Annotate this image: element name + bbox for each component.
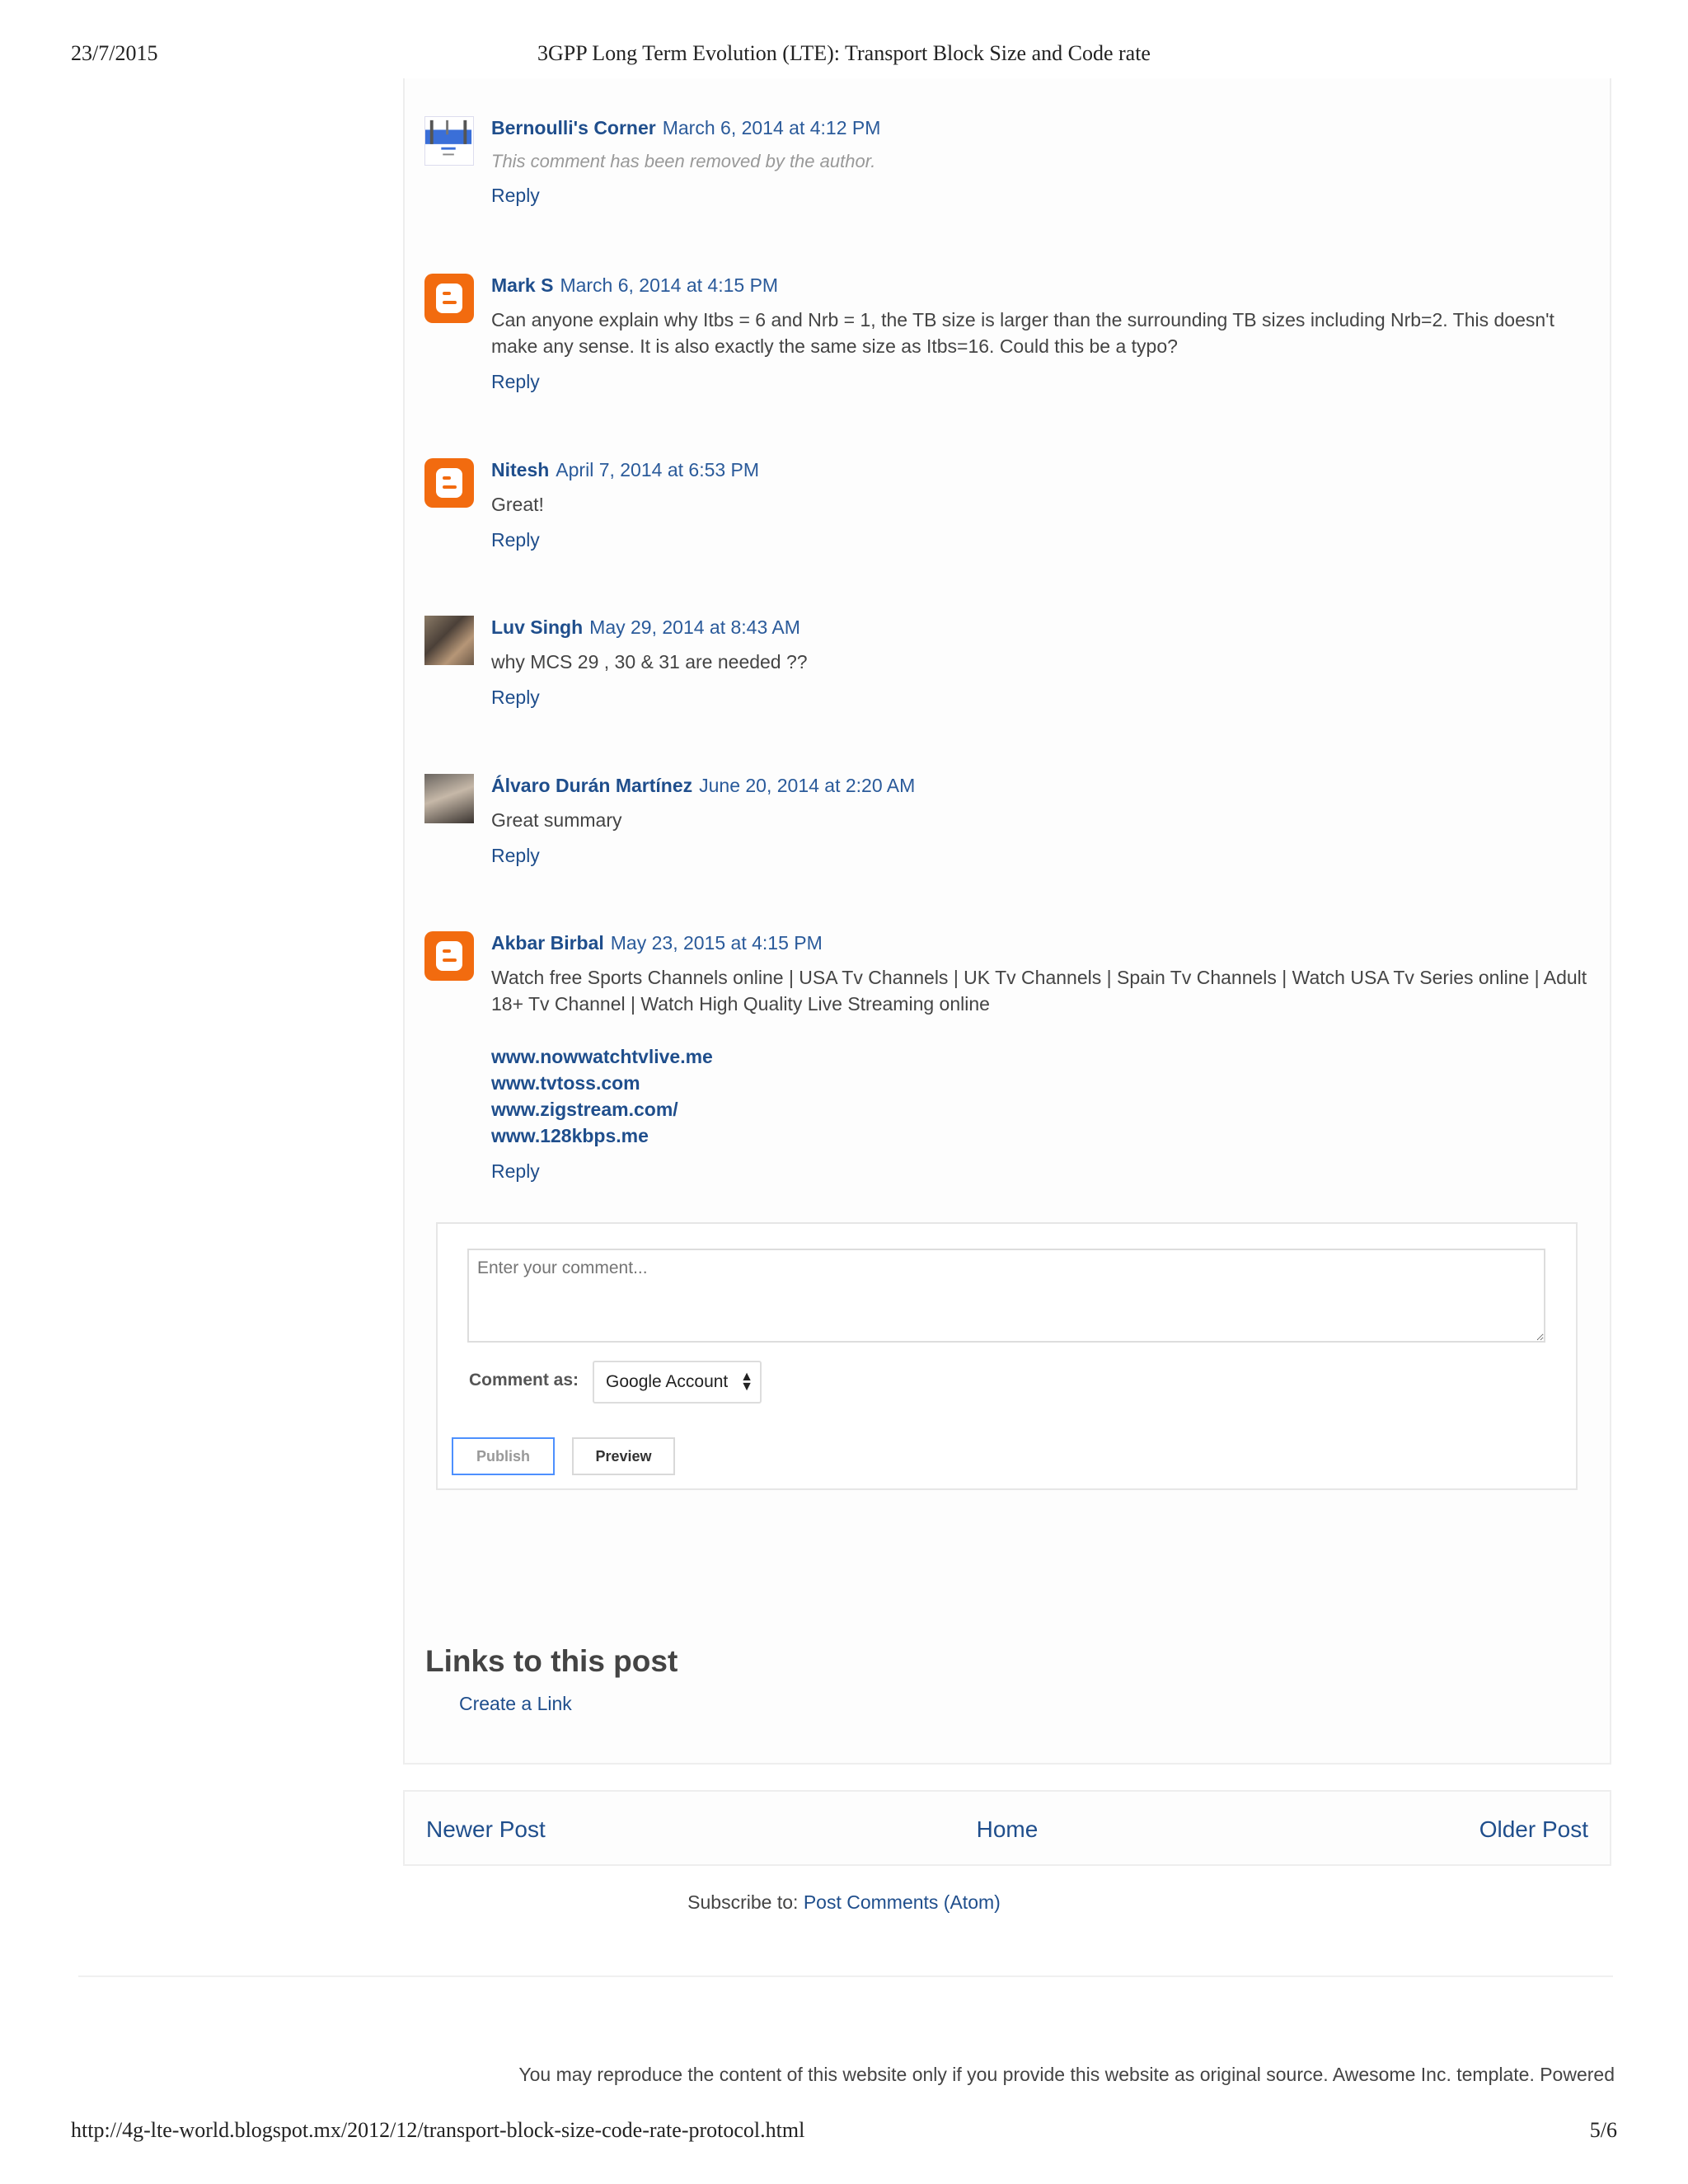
comment-date[interactable]: May 29, 2014 at 8:43 AM [589,616,800,638]
select-arrows-icon: ▲ ▼ [740,1370,753,1394]
footer-divider [78,1975,1613,1977]
print-header: 23/7/2015 3GPP Long Term Evolution (LTE)… [71,41,1617,74]
post-comments-atom-link[interactable]: Post Comments (Atom) [804,1891,1001,1913]
comment-link[interactable]: www.128kbps.me [491,1122,1595,1149]
blogger-icon[interactable] [424,931,474,981]
reply-link[interactable]: Reply [491,685,540,710]
comment-link[interactable]: www.nowwatchtvlive.me [491,1043,1595,1070]
publish-button[interactable]: Publish [452,1437,555,1475]
blogger-icon[interactable] [424,458,474,508]
comment-text: Can anyone explain why Itbs = 6 and Nrb … [491,309,1554,357]
comment-textarea[interactable] [467,1249,1545,1343]
comment-date[interactable]: June 20, 2014 at 2:20 AM [699,775,915,796]
comment-author[interactable]: Álvaro Durán Martínez [491,775,692,796]
comment-date[interactable]: April 7, 2014 at 6:53 PM [556,459,759,480]
blog-pager: Newer Post Home Older Post [403,1790,1611,1866]
photo-avatar[interactable] [424,774,474,823]
comment-author[interactable]: Akbar Birbal [491,932,604,954]
comment-text: Watch free Sports Channels online | USA … [491,967,1587,1015]
footer-attribution: You may reproduce the content of this we… [518,2064,1615,2085]
subscribe-line: Subscribe to: Post Comments (Atom) [0,1891,1688,1914]
links-to-post-title: Links to this post [425,1644,678,1678]
comment-author[interactable]: Luv Singh [491,616,583,638]
comment-author[interactable]: Nitesh [491,459,549,480]
comment-date[interactable]: May 23, 2015 at 4:15 PM [611,932,823,954]
comment-link[interactable]: www.zigstream.com/ [491,1096,1595,1122]
home-link[interactable]: Home [405,1816,1610,1843]
comment-date[interactable]: March 6, 2014 at 4:12 PM [663,117,881,138]
comment-text: Great summary [491,809,622,831]
reply-link[interactable]: Reply [491,183,540,208]
older-post-link[interactable]: Older Post [1479,1816,1588,1843]
account-select-value: Google Account [606,1372,729,1391]
blogger-icon[interactable] [424,274,474,323]
reply-link[interactable]: Reply [491,1159,540,1183]
comment-author[interactable]: Mark S [491,274,553,296]
comment-link[interactable]: www.tvtoss.com [491,1070,1595,1096]
account-select[interactable]: Google Account ▲ ▼ [593,1361,762,1404]
create-link[interactable]: Create a Link [459,1693,572,1715]
photo-avatar[interactable] [424,616,474,665]
print-page-title: 3GPP Long Term Evolution (LTE): Transpor… [537,41,1151,65]
reply-link[interactable]: Reply [491,843,540,868]
comment-date[interactable]: March 6, 2014 at 4:15 PM [560,274,778,296]
comment-removed-text: This comment has been removed by the aut… [491,151,876,171]
photo-avatar[interactable] [424,116,474,166]
comment-text: why MCS 29 , 30 & 31 are needed ?? [491,651,808,673]
comment-form: Comment as: Google Account ▲▼ Publish Pr… [436,1222,1578,1490]
comment-text: Great! [491,494,544,515]
subscribe-label: Subscribe to: [687,1891,804,1913]
reply-link[interactable]: Reply [491,369,540,394]
comment-links: www.nowwatchtvlive.me www.tvtoss.com www… [491,1043,1595,1149]
reply-link[interactable]: Reply [491,527,540,552]
print-url: http://4g-lte-world.blogspot.mx/2012/12/… [71,2118,805,2142]
comment-author[interactable]: Bernoulli's Corner [491,117,656,138]
comment-as-label: Comment as: [469,1371,579,1390]
preview-button[interactable]: Preview [572,1437,675,1475]
print-page-number: 5/6 [1589,2118,1617,2142]
